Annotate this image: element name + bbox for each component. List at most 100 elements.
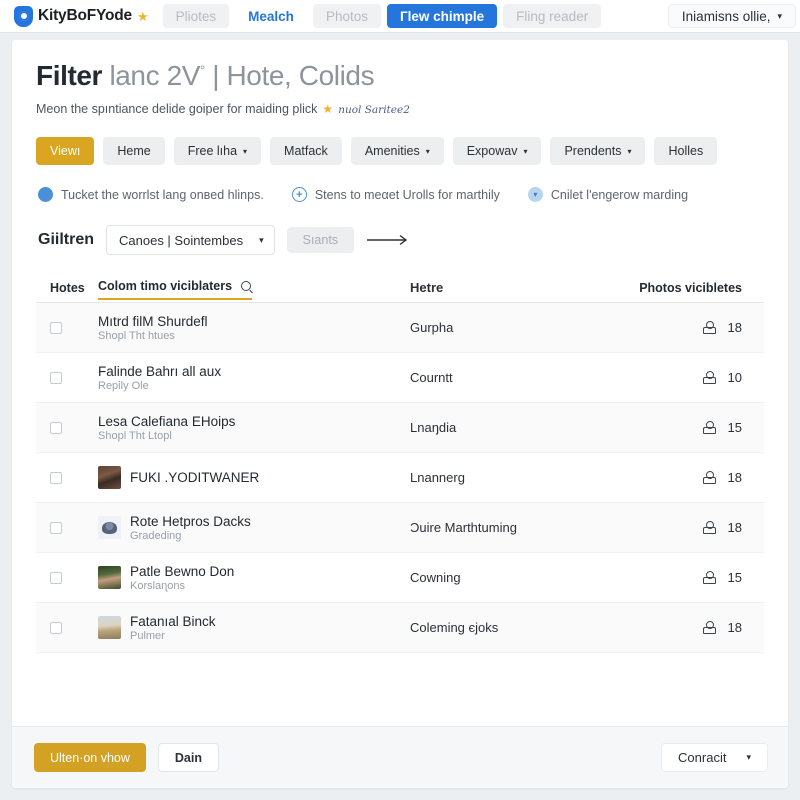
row-name: Mıtrd filM Shurdefl [98, 313, 208, 329]
table-row[interactable]: Fatanıal Binck Pulmer Coleming єjoks 18 [36, 603, 764, 653]
table-body: Mıtrd filM Shurdefl Shopl Tht htues Gurp… [36, 303, 764, 653]
footer-select[interactable]: Conracit ▾ [661, 743, 768, 772]
filter-pill-row: Viewı Heme Free lıha ▾ Matfack Amenities… [12, 116, 788, 165]
column-header-name[interactable]: Colom timo viciblaters [98, 279, 410, 302]
pill-label: Expowav [466, 144, 518, 158]
row-name: Falinde Bahrı all aux [98, 363, 222, 379]
top-navigation-bar: KityBoFYode ★ Pliotes Mealch Photos Гlew… [0, 0, 800, 33]
filter-select-row: Giiltren Canoes | Sointembes ▾ Sıants [12, 202, 788, 255]
pill-label: Viewı [50, 144, 81, 158]
arrow-right-icon [366, 234, 412, 246]
row-select-cell[interactable] [36, 421, 98, 434]
row-name: FUKI .YODITWANER [130, 470, 260, 485]
row-select-cell[interactable] [36, 571, 98, 584]
row-checkbox[interactable] [50, 371, 62, 384]
row-count-cell: 18 [642, 520, 764, 535]
page-title: Filter lanc 2V° | Hote, Colids [36, 58, 764, 93]
pill-button-heme[interactable]: Heme [103, 137, 165, 165]
table-row[interactable]: Mıtrd filM Shurdefl Shopl Tht htues Gurp… [36, 303, 764, 353]
chevron-down-icon: ▾ [425, 146, 430, 156]
column-header-name-active: Colom timo viciblaters [98, 279, 253, 300]
person-icon [703, 321, 716, 334]
search-icon[interactable] [241, 280, 252, 292]
row-select-cell[interactable] [36, 471, 98, 484]
row-name: Fatanıal Binck [130, 613, 216, 629]
nav-item-mealch[interactable]: Mealch [235, 4, 307, 28]
row-subtitle: Shopl Tht htues [98, 329, 175, 342]
info-note-1[interactable]: Tucket the worrlst lang onвed hlinps. [38, 187, 264, 202]
info-note-text: Stens to meαet Urolls for marthily [314, 187, 500, 202]
table-row[interactable]: Patle Bewno Don Korslaɳons Cowning 15 [36, 553, 764, 603]
info-note-3[interactable]: ▾ Cnilet l'engerow marding [527, 187, 688, 202]
row-middle-cell: Courntt [410, 370, 453, 385]
row-subtitle: Repily Ole [98, 379, 149, 392]
pill-label: Amenities [364, 144, 420, 158]
pill-button-view[interactable]: Viewı [36, 137, 95, 165]
person-icon [703, 621, 716, 634]
row-count: 15 [727, 420, 742, 435]
row-select-cell[interactable] [36, 321, 98, 334]
primary-action-button[interactable]: Ulten·on vhow [34, 743, 146, 772]
page-subtitle-text: Meon the spıntiance delide goiper for ma… [36, 102, 318, 116]
pill-button-expowav[interactable]: Expowav ▾ [452, 137, 542, 165]
row-name-cell: Mıtrd filM Shurdefl Shopl Tht htues [98, 314, 410, 342]
row-select-cell[interactable] [36, 621, 98, 634]
row-middle-cell: Coleming єjoks [410, 620, 499, 635]
table-header-row: Hotes Colom timo viciblaters Hetre Photo… [36, 273, 764, 303]
pill-label: Matfack [284, 144, 328, 158]
row-subtitle: Pulmer [130, 629, 165, 642]
avatar [98, 466, 121, 489]
table-row[interactable]: FUKI .YODITWANER Lnannerg 18 [36, 453, 764, 503]
user-account-menu[interactable]: Iniamisns ollie, ▾ [667, 4, 796, 28]
row-select-cell[interactable] [36, 371, 98, 384]
column-header-photos[interactable]: Photos vicibletes [639, 281, 764, 302]
table-row[interactable]: Rote Hetpros Dacks Gradeding Ɔuire Marth… [36, 503, 764, 553]
plus-icon: + [291, 187, 307, 202]
row-subtitle: Shopl Tht Ltopl [98, 429, 172, 442]
row-count-cell: 15 [642, 420, 764, 435]
row-checkbox[interactable] [50, 321, 62, 334]
filter-select[interactable]: Canoes | Sointembes ▾ [106, 225, 275, 255]
row-name: Rote Hetpros Dacks [130, 513, 251, 529]
page-title-tail: | Hote, Colids [204, 60, 375, 91]
nav-item-new-chimple[interactable]: Гlew chimple [386, 4, 498, 28]
nav-item-fling-reader[interactable]: Fling reader [503, 4, 602, 28]
name-block: Falinde Bahrı all aux Repily Ole [98, 364, 221, 392]
page-title-rest: lanc 2V [102, 60, 201, 91]
column-header-hotes[interactable]: Hotes [36, 281, 98, 302]
pill-label: Holles [668, 144, 704, 158]
row-name: Patle Bewno Don [130, 563, 235, 579]
name-block: Fatanıal Binck Pulmer [130, 614, 216, 642]
row-checkbox[interactable] [50, 521, 62, 534]
row-select-cell[interactable] [36, 521, 98, 534]
main-content-card: Filter lanc 2V° | Hote, Colids Meon the … [12, 40, 788, 788]
briefcase-icon [38, 187, 53, 202]
name-block: FUKI .YODITWANER [130, 470, 259, 485]
row-count: 15 [727, 570, 742, 585]
info-note-2[interactable]: + Stens to meαet Urolls for marthily [291, 187, 500, 202]
secondary-action-button[interactable]: Dain [157, 743, 219, 772]
table-row[interactable]: Falinde Bahrı all aux Repily Ole Courntt… [36, 353, 764, 403]
table-row[interactable]: Lesa Calefiana EHoips Shopl Tht Ltopl Ln… [36, 403, 764, 453]
pill-button-matfack[interactable]: Matfack [270, 137, 342, 165]
svants-button[interactable]: Sıants [286, 227, 355, 253]
brand-logo-group[interactable]: KityBoFYode ★ [14, 5, 157, 27]
chevron-down-icon: ▾ [627, 146, 632, 156]
chevron-down-icon: ▾ [523, 146, 528, 156]
person-icon [703, 421, 716, 434]
pill-label: Prendents [564, 144, 622, 158]
row-count-cell: 15 [642, 570, 764, 585]
row-name-cell: Falinde Bahrı all aux Repily Ole [98, 364, 410, 392]
nav-item-pliotes[interactable]: Pliotes [162, 4, 230, 28]
pill-button-amenities[interactable]: Amenities ▾ [350, 137, 444, 165]
row-checkbox[interactable] [50, 421, 62, 434]
row-checkbox[interactable] [50, 471, 62, 484]
page-header: Filter lanc 2V° | Hote, Colids Meon the … [12, 40, 788, 116]
pill-button-free-liha[interactable]: Free lıha ▾ [173, 137, 262, 165]
pill-button-prendents[interactable]: Prendents ▾ [550, 137, 646, 165]
row-checkbox[interactable] [50, 621, 62, 634]
column-header-hetre[interactable]: Hetre [410, 280, 642, 302]
pill-button-holles[interactable]: Holles [654, 137, 718, 165]
nav-item-photos[interactable]: Photos [312, 4, 381, 28]
row-checkbox[interactable] [50, 571, 62, 584]
